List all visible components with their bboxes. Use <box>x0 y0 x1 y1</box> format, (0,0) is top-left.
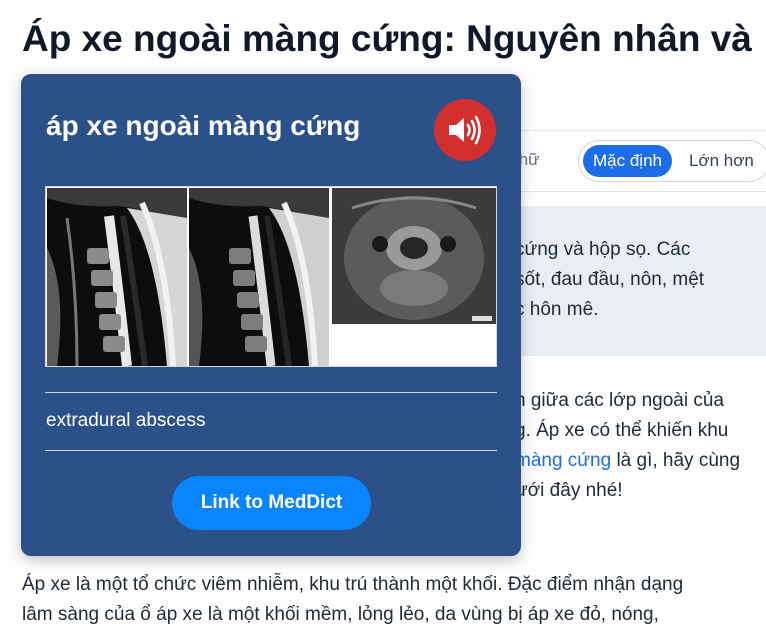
mri-image <box>45 186 497 367</box>
mri-sagittal-image <box>47 188 187 366</box>
summary-line: cứng và hộp sọ. Các <box>515 239 691 260</box>
summary-line: sốt, đau đầu, nôn, mệt <box>515 269 705 290</box>
mri-axial-image <box>332 188 496 324</box>
dictionary-popup: áp xe ngoài màng cứng extradural abscess… <box>21 74 521 556</box>
page-title: Áp xe ngoài màng cứng: Nguyên nhân và <box>22 18 752 59</box>
intro-line-rest: là gì, hãy cùng <box>611 450 741 471</box>
pronounce-button[interactable] <box>434 99 496 161</box>
link-to-meddict-button[interactable]: Link to MedDict <box>172 476 371 530</box>
font-size-larger-option[interactable]: Lớn hơn <box>679 145 764 177</box>
popup-divider <box>45 450 497 451</box>
intro-line: màng cứng là gì, hãy cùng <box>515 450 740 472</box>
popup-translation: extradural abscess <box>46 410 206 431</box>
term-link[interactable]: màng cứng <box>515 450 611 471</box>
font-size-default-option[interactable]: Mặc định <box>583 145 672 177</box>
body-paragraph-line: Áp xe là một tổ chức viêm nhiễm, khu trú… <box>22 574 684 595</box>
intro-line: ưới đây nhé! <box>515 480 623 501</box>
mri-sagittal-image-2 <box>189 188 329 366</box>
intro-line: n giữa các lớp ngoài của <box>515 390 724 411</box>
font-size-toggle: Mặc định Lớn hơn <box>578 140 766 182</box>
intro-line: g. Áp xe có thể khiến khu <box>515 420 729 441</box>
speaker-icon <box>449 115 481 145</box>
summary-line: c hôn mê. <box>515 299 599 320</box>
popup-term: áp xe ngoài màng cứng <box>46 110 361 141</box>
body-paragraph-line: lâm sàng của ổ áp xe là một khối mềm, lỏ… <box>22 604 659 625</box>
popup-divider <box>45 392 497 393</box>
